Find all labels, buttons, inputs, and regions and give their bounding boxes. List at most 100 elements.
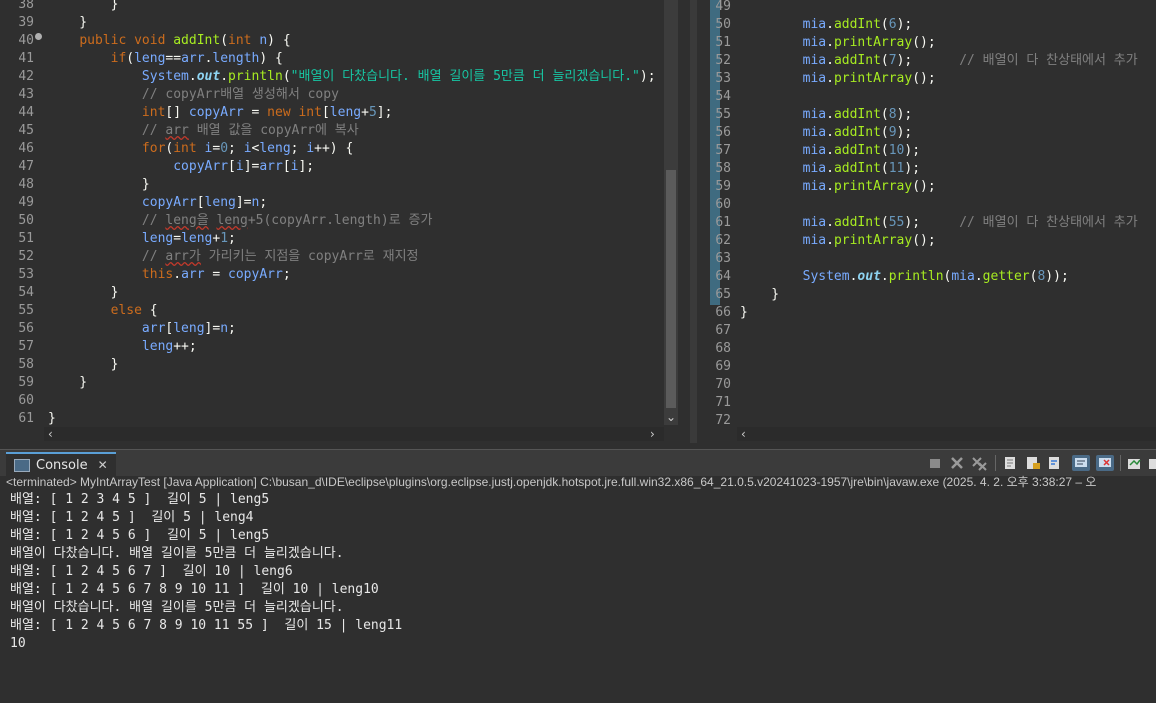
code-token: addInt — [833, 107, 881, 122]
code-token: ( — [126, 51, 135, 66]
code-token: i — [243, 141, 252, 156]
scroll-left-arrow-icon[interactable]: ‹ — [48, 427, 53, 441]
code-token: . — [826, 143, 834, 158]
code-text: else { — [48, 302, 158, 320]
left-code-editor[interactable]: 38 } 39 } 40 public void addInt(int n) {41… — [0, 0, 690, 443]
code-token: ( — [880, 143, 889, 158]
code-token: ; — [228, 231, 236, 246]
code-token: leng — [181, 231, 213, 246]
code-token: println — [228, 69, 283, 84]
code-token: leng — [141, 339, 174, 354]
breakpoint-marker-icon[interactable] — [35, 33, 42, 40]
code-token: addInt — [833, 53, 881, 68]
code-text: // arr 배열 값을 copyArr에 복사 — [48, 122, 359, 140]
terminate-button[interactable] — [926, 455, 944, 471]
code-token: int — [141, 105, 166, 120]
line-number: 63 — [715, 251, 731, 266]
code-token: ; — [228, 141, 244, 156]
scroll-right-arrow-icon[interactable]: › — [650, 427, 655, 441]
code-token: . — [826, 107, 834, 122]
code-token: public void — [79, 33, 174, 48]
code-token: ); — [904, 161, 921, 176]
code-token: addInt — [173, 33, 221, 48]
code-token: n — [220, 321, 229, 336]
code-text: if(leng==arr.length) { — [48, 50, 283, 68]
scroll-down-arrow-icon[interactable]: ⌄ — [666, 410, 676, 424]
code-token: // 배열이 다 찬상태에서 추가 — [959, 53, 1138, 68]
code-token: ]; — [376, 105, 393, 120]
line-number: 68 — [715, 341, 731, 356]
code-text: copyArr[i]=arr[i]; — [48, 158, 314, 176]
show-console-on-error-button[interactable] — [1096, 455, 1114, 471]
code-token: ( — [880, 215, 889, 230]
code-token: [ — [282, 159, 291, 174]
code-token: ); — [904, 215, 960, 230]
clear-console-button[interactable] — [1002, 455, 1020, 471]
code-text: mia.addInt(6); — [740, 16, 913, 34]
code-text: } — [48, 14, 87, 32]
monitor-icon — [1075, 458, 1087, 467]
left-horizontal-scrollbar[interactable]: ‹ › — [44, 427, 664, 441]
console-line: 배열이 다찼습니다. 배열 길이를 5만큼 더 늘리겠습니다. — [10, 600, 344, 615]
open-console-button[interactable] — [1126, 455, 1144, 471]
code-text: } — [48, 356, 119, 374]
code-token: ( — [220, 33, 229, 48]
code-token: ( — [880, 17, 889, 32]
code-token: arr — [165, 123, 189, 138]
code-token: . — [826, 215, 834, 230]
line-number: 38 — [18, 0, 34, 12]
tab-console[interactable]: Console ✕ — [6, 452, 116, 476]
left-scroll-thumb[interactable] — [666, 170, 676, 408]
pin-console-button[interactable] — [1148, 455, 1156, 471]
code-token: mia — [802, 143, 827, 158]
code-token: getter — [982, 269, 1030, 284]
show-console-on-output-button[interactable] — [1072, 455, 1090, 471]
code-text: mia.addInt(10); — [740, 142, 920, 160]
line-number: 61 — [715, 215, 731, 230]
line-number: 51 — [715, 35, 731, 50]
close-icon[interactable]: ✕ — [98, 458, 108, 472]
line-number: 49 — [18, 195, 34, 210]
line-number: 54 — [715, 89, 731, 104]
code-token: copyArr — [173, 159, 229, 174]
left-vertical-scrollbar[interactable]: ⌄ — [664, 0, 678, 425]
code-text: mia.addInt(8); — [740, 106, 913, 124]
editor-sash[interactable] — [690, 0, 697, 443]
scroll-lock-button[interactable] — [1024, 455, 1042, 471]
code-token: = — [173, 231, 182, 246]
code-text: } — [48, 284, 119, 302]
line-number: 50 — [18, 213, 34, 228]
line-number: 59 — [18, 375, 34, 390]
remove-launch-button[interactable] — [948, 455, 966, 471]
line-number: 61 — [18, 411, 34, 426]
code-text: mia.printArray(); — [740, 232, 936, 250]
right-horizontal-scrollbar[interactable]: ‹ — [737, 427, 1156, 441]
code-token: arr — [141, 321, 166, 336]
open-console-icon — [1128, 459, 1141, 469]
code-token: mia — [802, 53, 827, 68]
code-token: mia — [802, 233, 827, 248]
line-number: 45 — [18, 123, 34, 138]
console-output[interactable]: 배열: [ 1 2 3 4 5 ] 길이 5 | leng5 배열: [ 1 2 … — [0, 490, 1156, 703]
code-token: ; — [228, 321, 236, 336]
line-number: 60 — [18, 393, 34, 408]
code-token: int — [228, 33, 260, 48]
remove-all-terminated-button[interactable] — [970, 455, 988, 471]
line-number: 55 — [715, 107, 731, 122]
right-code-editor[interactable]: 49 50 mia.addInt(6); 51 mia.printArray(); 5… — [697, 0, 1156, 443]
code-token: System — [141, 69, 189, 84]
scroll-left-arrow-icon[interactable]: ‹ — [741, 427, 746, 441]
code-token: if — [110, 51, 127, 66]
line-number: 40 — [18, 33, 34, 48]
code-token: } — [48, 15, 88, 30]
code-token: out — [857, 269, 881, 284]
word-wrap-button[interactable] — [1046, 455, 1064, 471]
line-number: 58 — [715, 161, 731, 176]
code-token: // copyArr배열 생성해서 copy — [141, 87, 339, 102]
code-token: } — [48, 0, 119, 12]
